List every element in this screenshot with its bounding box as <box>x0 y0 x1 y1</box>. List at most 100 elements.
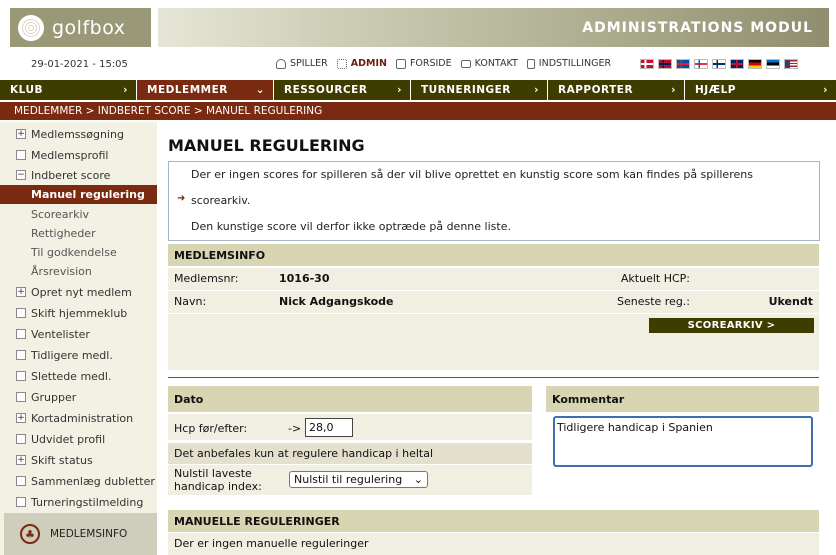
sidebar-item-kortadministration[interactable]: + Kortadministration <box>0 408 157 428</box>
breadcrumb: MEDLEMMER > INDBERET SCORE > MANUEL REGU… <box>0 102 836 120</box>
aktuelt-hcp-label: Aktuelt HCP: <box>620 272 690 285</box>
golf-ball-icon <box>18 14 44 41</box>
divider <box>168 377 819 378</box>
flag-de-icon[interactable] <box>748 59 762 69</box>
topnav-spiller[interactable]: SPILLER <box>276 58 328 69</box>
chevron-down-icon: ⌄ <box>255 84 265 96</box>
sidebar-item-til-godkendelse[interactable]: Til godkendelse <box>0 242 157 262</box>
hcp-arrow: -> <box>288 422 302 435</box>
nulstil-select[interactable]: Nulstil til regulering ⌄ <box>289 471 428 488</box>
document-icon <box>526 58 535 69</box>
banner-title: ADMINISTRATIONS MODUL <box>582 19 813 36</box>
dato-header: Dato <box>168 386 532 412</box>
chevron-right-icon: › <box>123 84 128 96</box>
message-line-3: Den kunstige score vil derfor ikke optræ… <box>191 220 511 233</box>
logo-text: golfbox <box>52 16 126 39</box>
nulstil-label: Nulstil laveste <box>174 467 252 480</box>
nav-medlemmer[interactable]: MEDLEMMER ⌄ <box>137 80 274 100</box>
kommentar-header: Kommentar <box>546 386 819 412</box>
seneste-reg-value: Ukendt <box>768 295 813 308</box>
checkbox-icon <box>16 150 26 160</box>
checkbox-icon <box>16 476 26 486</box>
sidebar-item-medlemssogning[interactable]: + Medlemssøgning <box>0 124 157 144</box>
grid-icon <box>336 58 347 69</box>
expand-icon: + <box>16 287 26 297</box>
nav-turneringer[interactable]: TURNERINGER › <box>411 80 548 100</box>
topnav-indstillinger[interactable]: INDSTILLINGER <box>526 58 611 69</box>
page: golfbox ADMINISTRATIONS MODUL 29-01-2021… <box>0 0 836 555</box>
nav-rapporter[interactable]: RAPPORTER › <box>548 80 685 100</box>
person-icon <box>276 58 286 69</box>
home-icon <box>395 58 406 69</box>
flag-fo-icon[interactable] <box>694 59 708 69</box>
arrow-right-icon: ➜ <box>177 193 186 204</box>
sidebar-item-skift-hjemmeklub[interactable]: Skift hjemmeklub <box>0 303 157 323</box>
flag-ee-icon[interactable] <box>766 59 780 69</box>
current-date: 29-01-2021 - 15:05 <box>31 59 128 70</box>
chevron-right-icon: › <box>671 84 676 96</box>
scorearkiv-button[interactable]: SCOREARKIV > <box>649 318 814 333</box>
checkbox-icon <box>16 434 26 444</box>
sidebar-item-grupper[interactable]: Grupper <box>0 387 157 407</box>
header-banner: ADMINISTRATIONS MODUL <box>158 8 829 47</box>
language-flags <box>640 59 798 69</box>
navn-value: Nick Adgangskode <box>279 295 394 308</box>
sidebar-item-aarsrevision[interactable]: Årsrevision <box>0 261 157 281</box>
sidebar-item-indberet-score[interactable]: − Indberet score <box>0 165 157 185</box>
manuelle-header: MANUELLE REGULERINGER <box>168 510 819 532</box>
checkbox-icon <box>16 308 26 318</box>
page-title: MANUEL REGULERING <box>168 136 365 155</box>
flag-fi-icon[interactable] <box>712 59 726 69</box>
chevron-right-icon: › <box>397 84 402 96</box>
checkbox-icon <box>16 392 26 402</box>
sidebar-item-manuel-regulering[interactable]: Manuel regulering <box>0 185 157 204</box>
collapse-icon: − <box>16 170 26 180</box>
topnav-kontakt[interactable]: KONTAKT <box>460 58 518 69</box>
mail-icon <box>460 59 471 68</box>
expand-icon: + <box>16 129 26 139</box>
nav-klub[interactable]: KLUB › <box>0 80 137 100</box>
golfer-icon: ♣ <box>20 524 40 544</box>
topnav-admin[interactable]: ADMIN <box>336 58 387 69</box>
seneste-reg-label: Seneste reg.: <box>616 295 690 308</box>
chevron-right-icon: › <box>534 84 539 96</box>
sidebar-item-tidligere-medl[interactable]: Tidligere medl. <box>0 345 157 365</box>
sidebar-item-sammenlaeg-dubletter[interactable]: Sammenlæg dubletter <box>0 471 157 491</box>
top-nav: SPILLER ADMIN FORSIDE KONTAKT INDSTILLIN… <box>276 58 611 69</box>
checkbox-icon <box>16 497 26 507</box>
message-line-2: scorearkiv. <box>191 194 251 207</box>
chevron-down-icon: ⌄ <box>413 473 423 486</box>
sidebar-item-rettigheder[interactable]: Rettigheder <box>0 223 157 243</box>
hcp-input[interactable]: 28,0 <box>305 418 353 437</box>
sidebar-item-medlemsprofil[interactable]: Medlemsprofil <box>0 145 157 165</box>
nav-hjaelp[interactable]: HJÆLP › <box>685 80 836 100</box>
kommentar-textarea[interactable]: Tidligere handicap i Spanien <box>553 416 813 467</box>
checkbox-icon <box>16 371 26 381</box>
nav-ressourcer[interactable]: RESSOURCER › <box>274 80 411 100</box>
flag-us-icon[interactable] <box>784 59 798 69</box>
medlemsnr-label: Medlemsnr: <box>174 272 239 285</box>
main-nav: KLUB › MEDLEMMER ⌄ RESSOURCER › TURNERINGER… <box>0 80 836 100</box>
flag-dk-icon[interactable] <box>640 59 654 69</box>
topnav-forside[interactable]: FORSIDE <box>395 58 452 69</box>
flag-is-icon[interactable] <box>676 59 690 69</box>
sidebar: + Medlemssøgning Medlemsprofil − Indberet … <box>0 122 157 555</box>
flag-gb-icon[interactable] <box>730 59 744 69</box>
golfbox-logo[interactable]: golfbox <box>10 8 151 47</box>
sidebar-medlemsinfo[interactable]: ♣ MEDLEMSINFO <box>4 513 157 555</box>
sidebar-item-opret-nyt-medlem[interactable]: + Opret nyt medlem <box>0 282 157 302</box>
manuelle-empty-row: Der er ingen manuelle reguleringer <box>168 533 819 555</box>
checkbox-icon <box>16 329 26 339</box>
sidebar-item-slettede-medl[interactable]: Slettede medl. <box>0 366 157 386</box>
message-line-1: Der er ingen scores for spilleren så der… <box>191 168 753 181</box>
sidebar-item-ventelister[interactable]: Ventelister <box>0 324 157 344</box>
expand-icon: + <box>16 455 26 465</box>
sidebar-item-skift-status[interactable]: + Skift status <box>0 450 157 470</box>
sidebar-item-udvidet-profil[interactable]: Udvidet profil <box>0 429 157 449</box>
medlemsinfo-row-2: Navn: Nick Adgangskode Seneste reg.: Uke… <box>168 291 819 313</box>
navn-label: Navn: <box>174 295 207 308</box>
sidebar-item-scorearkiv[interactable]: Scorearkiv <box>0 204 157 224</box>
medlemsnr-value: 1016-30 <box>279 272 330 285</box>
flag-no-icon[interactable] <box>658 59 672 69</box>
sidebar-item-turneringstilmelding[interactable]: Turneringstilmelding <box>0 492 157 512</box>
